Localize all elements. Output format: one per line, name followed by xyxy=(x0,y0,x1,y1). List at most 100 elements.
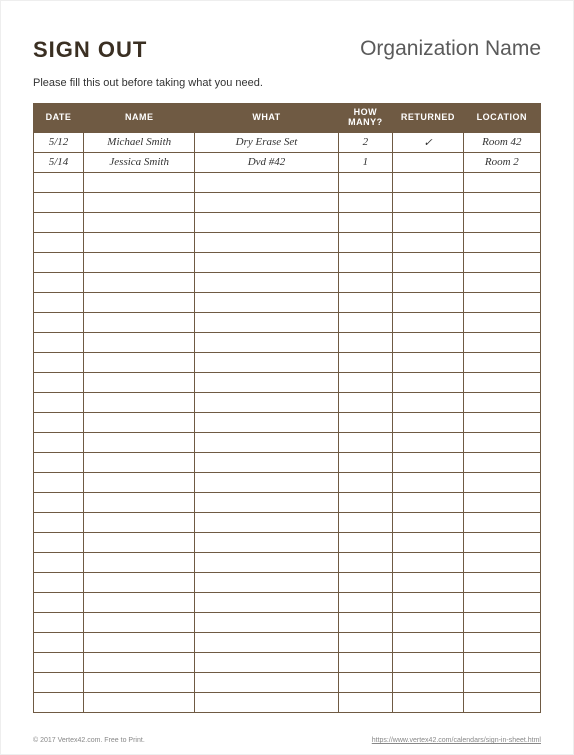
empty-cell xyxy=(393,552,463,572)
col-header-date: DATE xyxy=(34,104,84,133)
empty-cell xyxy=(393,452,463,472)
empty-cell xyxy=(34,272,84,292)
table-row xyxy=(34,512,541,532)
table-row xyxy=(34,392,541,412)
footer: © 2017 Vertex42.com. Free to Print. http… xyxy=(33,737,541,744)
empty-cell xyxy=(393,232,463,252)
empty-cell xyxy=(463,512,540,532)
empty-cell xyxy=(84,632,195,652)
empty-cell xyxy=(393,432,463,452)
table-row xyxy=(34,452,541,472)
empty-cell xyxy=(338,572,393,592)
table-row xyxy=(34,532,541,552)
header: SIGN OUT Organization Name xyxy=(33,37,541,63)
empty-cell xyxy=(463,312,540,332)
empty-cell xyxy=(338,172,393,192)
empty-cell xyxy=(463,552,540,572)
empty-cell xyxy=(338,252,393,272)
empty-cell xyxy=(84,552,195,572)
empty-cell xyxy=(34,492,84,512)
empty-cell xyxy=(463,252,540,272)
empty-cell xyxy=(84,232,195,252)
empty-cell xyxy=(338,212,393,232)
empty-cell xyxy=(34,512,84,532)
empty-cell xyxy=(393,272,463,292)
empty-cell xyxy=(34,592,84,612)
cell-what: Dry Erase Set xyxy=(195,132,338,152)
empty-cell xyxy=(84,472,195,492)
empty-cell xyxy=(338,392,393,412)
empty-cell xyxy=(338,532,393,552)
empty-cell xyxy=(338,592,393,612)
organization-name: Organization Name xyxy=(360,37,541,61)
empty-cell xyxy=(34,232,84,252)
col-header-what: WHAT xyxy=(195,104,338,133)
footer-copyright: © 2017 Vertex42.com. Free to Print. xyxy=(33,737,145,744)
empty-cell xyxy=(195,632,338,652)
empty-cell xyxy=(393,352,463,372)
empty-cell xyxy=(463,452,540,472)
empty-cell xyxy=(84,672,195,692)
empty-cell xyxy=(195,532,338,552)
table-row xyxy=(34,312,541,332)
empty-cell xyxy=(84,612,195,632)
empty-cell xyxy=(463,172,540,192)
empty-cell xyxy=(463,492,540,512)
empty-cell xyxy=(463,212,540,232)
table-row xyxy=(34,632,541,652)
table-row xyxy=(34,272,541,292)
empty-cell xyxy=(195,212,338,232)
empty-cell xyxy=(393,312,463,332)
empty-cell xyxy=(195,232,338,252)
empty-cell xyxy=(195,692,338,712)
table-row xyxy=(34,412,541,432)
empty-cell xyxy=(84,352,195,372)
empty-cell xyxy=(34,692,84,712)
table-row xyxy=(34,332,541,352)
empty-cell xyxy=(195,272,338,292)
empty-cell xyxy=(338,612,393,632)
empty-cell xyxy=(195,512,338,532)
table-row xyxy=(34,472,541,492)
instruction-text: Please fill this out before taking what … xyxy=(33,77,541,89)
empty-cell xyxy=(393,412,463,432)
empty-cell xyxy=(393,472,463,492)
empty-cell xyxy=(393,192,463,212)
empty-cell xyxy=(34,452,84,472)
empty-cell xyxy=(34,412,84,432)
empty-cell xyxy=(34,672,84,692)
empty-cell xyxy=(463,332,540,352)
table-header: DATE NAME WHAT HOW MANY? RETURNED LOCATI… xyxy=(34,104,541,133)
empty-cell xyxy=(393,212,463,232)
table-row xyxy=(34,372,541,392)
empty-cell xyxy=(195,252,338,272)
empty-cell xyxy=(393,692,463,712)
empty-cell xyxy=(84,592,195,612)
table-row xyxy=(34,692,541,712)
empty-cell xyxy=(393,632,463,652)
empty-cell xyxy=(393,572,463,592)
empty-cell xyxy=(34,392,84,412)
empty-cell xyxy=(338,492,393,512)
cell-date: 5/12 xyxy=(34,132,84,152)
empty-cell xyxy=(34,192,84,212)
empty-cell xyxy=(84,572,195,592)
empty-cell xyxy=(34,572,84,592)
empty-cell xyxy=(463,472,540,492)
empty-cell xyxy=(195,652,338,672)
empty-cell xyxy=(195,412,338,432)
empty-cell xyxy=(84,252,195,272)
empty-cell xyxy=(338,652,393,672)
empty-cell xyxy=(34,532,84,552)
empty-cell xyxy=(84,172,195,192)
empty-cell xyxy=(338,512,393,532)
col-header-location: LOCATION xyxy=(463,104,540,133)
empty-cell xyxy=(34,552,84,572)
table-body: 5/12Michael SmithDry Erase Set2✓Room 425… xyxy=(34,132,541,712)
empty-cell xyxy=(34,432,84,452)
empty-cell xyxy=(463,432,540,452)
empty-cell xyxy=(84,392,195,412)
empty-cell xyxy=(393,332,463,352)
empty-cell xyxy=(338,692,393,712)
cell-how_many: 1 xyxy=(338,152,393,172)
